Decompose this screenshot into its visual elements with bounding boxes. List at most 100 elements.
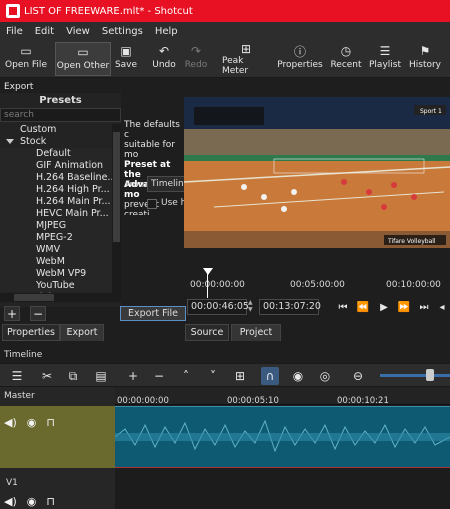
- lock-icon[interactable]: ⊓: [46, 495, 55, 508]
- redo-button[interactable]: ↷ Redo: [183, 42, 209, 76]
- title-bar: LIST OF FREEWARE.mlt* - Shotcut: [0, 0, 450, 22]
- search-input[interactable]: search: [0, 108, 121, 122]
- export-panel-header: Export: [4, 82, 34, 92]
- volume-button[interactable]: ◂: [436, 299, 448, 315]
- speaker-icon[interactable]: ◀): [4, 495, 17, 508]
- preset-item[interactable]: MJPEG: [0, 220, 112, 232]
- player-ruler[interactable]: 00:00:00:00 00:05:00:00 00:10:00:00: [190, 268, 450, 290]
- eye-icon[interactable]: ◉: [27, 416, 37, 429]
- preset-item[interactable]: MPEG-2: [0, 232, 112, 244]
- append-button[interactable]: +: [124, 367, 142, 385]
- skip-to-end-button[interactable]: ⏭: [417, 299, 431, 315]
- lock-icon[interactable]: ⊓: [46, 416, 55, 429]
- scrollbar-thumb[interactable]: [113, 132, 120, 242]
- menu-edit[interactable]: Edit: [35, 26, 54, 37]
- current-time-field[interactable]: 00:00:46:05: [187, 299, 249, 315]
- peak-meter-icon: ⊞: [240, 42, 252, 56]
- remove-preset-button[interactable]: −: [30, 306, 46, 321]
- audio-track-controls: ◀) ◉ ⊓: [4, 416, 55, 429]
- preset-item[interactable]: H.264 Main Pr...: [0, 196, 112, 208]
- preset-item[interactable]: H.264 High Pr...: [0, 184, 112, 196]
- paste-button[interactable]: ▤: [92, 367, 110, 385]
- add-preset-button[interactable]: +: [4, 306, 20, 321]
- master-track-label: Master: [0, 387, 115, 405]
- v1-track-label: V1: [6, 478, 18, 488]
- tab-project[interactable]: Project: [231, 324, 281, 341]
- scrub-toggle[interactable]: ◉: [289, 367, 307, 385]
- menu-settings[interactable]: Settings: [102, 26, 143, 37]
- overwrite-button[interactable]: ˅: [204, 367, 222, 385]
- zoom-out-button[interactable]: ⊖: [349, 367, 367, 385]
- from-select[interactable]: Timeline: [147, 176, 187, 192]
- recent-button[interactable]: ◷ Recent: [329, 42, 363, 76]
- open-other-icon: ▭: [77, 45, 89, 59]
- plus-icon: +: [127, 369, 139, 383]
- peak-meter-button[interactable]: ⊞ Peak Meter: [222, 42, 270, 76]
- export-file-button[interactable]: Export File: [120, 306, 186, 321]
- copy-icon: ⧉: [68, 368, 78, 383]
- timeline-menu-button[interactable]: ☰: [8, 367, 26, 385]
- speaker-icon[interactable]: ◀): [4, 416, 17, 429]
- zoom-slider-handle[interactable]: [426, 369, 434, 381]
- time-spinner[interactable]: ▲ ▼: [248, 299, 256, 315]
- preset-item[interactable]: H.264 Baseline...: [0, 172, 112, 184]
- skip-to-start-button[interactable]: ⏮: [336, 299, 350, 315]
- playlist-button[interactable]: ☰ Playlist: [369, 42, 401, 76]
- expand-arrow-icon[interactable]: [6, 139, 14, 144]
- preset-item[interactable]: HEVC Main Pr...: [0, 208, 112, 220]
- remove-button[interactable]: −: [150, 367, 168, 385]
- timeline-ruler[interactable]: 00:00:00:00 00:00:05:10 00:00:10:21: [115, 387, 450, 406]
- ripple-toggle[interactable]: ◎: [316, 367, 334, 385]
- eye-icon[interactable]: ◉: [27, 495, 37, 508]
- audio-clip[interactable]: [114, 406, 450, 468]
- paste-icon: ▤: [95, 369, 107, 383]
- use-hardware-checkbox[interactable]: [147, 199, 157, 209]
- preset-item[interactable]: Default: [0, 148, 112, 160]
- preset-item[interactable]: YouTube: [0, 280, 112, 292]
- waveform: [114, 419, 450, 453]
- properties-button[interactable]: ⓘ Properties: [277, 42, 322, 76]
- open-other-button[interactable]: ▭ Open Other: [55, 42, 111, 76]
- menu-help[interactable]: Help: [155, 26, 178, 37]
- snap-toggle[interactable]: ∩: [261, 367, 279, 385]
- playhead-marker[interactable]: [203, 268, 213, 298]
- channel-logo: Sport 1: [420, 108, 442, 115]
- history-icon: ⚑: [419, 44, 431, 58]
- undo-button[interactable]: ↶ Undo: [150, 42, 178, 76]
- chevron-up-icon: ˄: [183, 369, 189, 383]
- play-button[interactable]: ▶: [377, 299, 391, 315]
- video-caption: Tifare Volleyball: [387, 238, 436, 245]
- skip-previous-icon: ⏮: [338, 301, 348, 313]
- timeline-header: Timeline: [4, 350, 43, 360]
- history-button[interactable]: ⚑ History: [409, 42, 441, 76]
- cut-button[interactable]: ✂: [38, 367, 56, 385]
- lift-button[interactable]: ˄: [177, 367, 195, 385]
- menu-file[interactable]: File: [6, 26, 23, 37]
- rewind-button[interactable]: ⏪: [356, 299, 370, 315]
- preset-custom[interactable]: Custom: [0, 124, 112, 136]
- preset-item[interactable]: WebM: [0, 256, 112, 268]
- main-toolbar: ▭ Open File ▭ Open Other ▣ Save ↶ Undo ↷…: [0, 40, 450, 78]
- scrollbar-thumb[interactable]: [14, 294, 54, 301]
- redo-icon: ↷: [190, 44, 202, 58]
- preset-stock[interactable]: Stock: [0, 136, 112, 148]
- tab-export[interactable]: Export: [60, 324, 104, 341]
- video-preview[interactable]: Sport 1 Tifare Volleyball: [184, 97, 450, 248]
- open-file-button[interactable]: ▭ Open File: [4, 42, 48, 76]
- split-button[interactable]: ⊞: [231, 367, 249, 385]
- menu-view[interactable]: View: [66, 26, 90, 37]
- tab-source[interactable]: Source: [185, 324, 229, 341]
- tab-properties[interactable]: Properties: [2, 324, 60, 341]
- zoom-slider[interactable]: [380, 374, 450, 377]
- preset-item[interactable]: WMV: [0, 244, 112, 256]
- eye-icon: ◉: [292, 369, 304, 383]
- fast-forward-button[interactable]: ⏩: [397, 299, 411, 315]
- preset-item[interactable]: GIF Animation: [0, 160, 112, 172]
- v1-track-area[interactable]: [115, 469, 450, 509]
- copy-button[interactable]: ⧉: [64, 367, 82, 385]
- preset-item[interactable]: WebM VP9: [0, 268, 112, 280]
- presets-horizontal-scrollbar[interactable]: [0, 293, 112, 302]
- ruler-label: 00:10:00:00: [386, 280, 441, 290]
- presets-vertical-scrollbar[interactable]: [112, 124, 121, 302]
- save-button[interactable]: ▣ Save: [113, 42, 139, 76]
